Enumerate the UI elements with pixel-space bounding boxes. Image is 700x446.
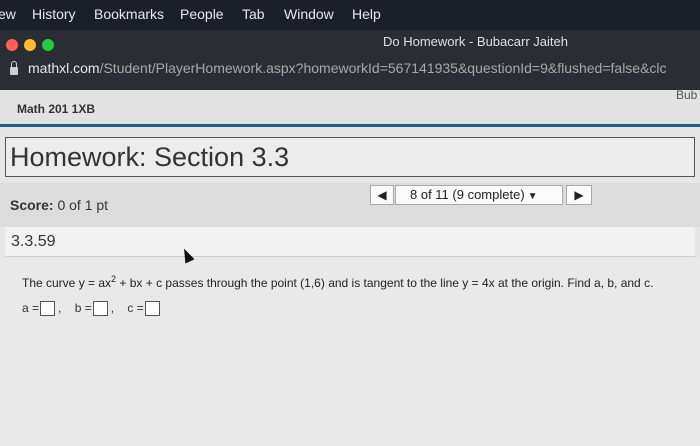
- answer-c-label: c =: [127, 301, 144, 315]
- answer-a-label: a =: [22, 301, 40, 315]
- menu-window[interactable]: Window: [284, 6, 334, 22]
- url-host: mathxl.com: [28, 60, 100, 76]
- score-value: 0 of 1 pt: [57, 197, 109, 213]
- user-name[interactable]: Bub: [676, 88, 697, 102]
- answer-b: b =,: [74, 301, 115, 317]
- answer-c-input[interactable]: [144, 301, 160, 317]
- question-number: 3.3.59: [11, 233, 56, 250]
- course-bar: Math 201 1XB Bub: [0, 88, 700, 124]
- page-content: Math 201 1XB Bub Homework: Section 3.3 S…: [0, 88, 700, 446]
- answer-a-separator: ,: [58, 301, 62, 315]
- question-area: The curve y = ax2 + bx + c passes throug…: [0, 258, 700, 446]
- menu-view[interactable]: ew: [0, 6, 16, 22]
- maximize-window-button[interactable]: [42, 39, 54, 51]
- question-text-start: The curve y = ax: [22, 276, 112, 290]
- previous-question-button[interactable]: ◀: [370, 185, 394, 205]
- score: Score: 0 of 1 pt: [10, 197, 108, 213]
- question-number-box: 3.3.59: [5, 227, 695, 257]
- url-path: /Student/PlayerHomework.aspx?homeworkId=…: [99, 60, 667, 76]
- answer-b-separator: ,: [110, 301, 115, 315]
- answer-a-input[interactable]: [40, 301, 56, 317]
- question-select-label: 8 of 11 (9 complete): [410, 187, 525, 202]
- answer-b-label: b =: [74, 301, 92, 315]
- minimize-window-button[interactable]: [24, 39, 36, 51]
- header-divider: [0, 124, 700, 127]
- course-name: Math 201 1XB: [17, 102, 96, 116]
- menu-bar: ew History Bookmarks People Tab Window H…: [0, 0, 700, 30]
- question-text-end: + bx + c passes through the point (1,6) …: [116, 276, 654, 290]
- answer-b-input[interactable]: [92, 301, 108, 317]
- chevron-down-icon: ▼: [527, 191, 538, 202]
- score-row: Score: 0 of 1 pt ◀ 8 of 11 (9 complete) ▼…: [0, 183, 700, 227]
- page-title: Homework: Section 3.3: [10, 142, 290, 172]
- menu-tab[interactable]: Tab: [242, 6, 265, 22]
- score-label: Score:: [10, 197, 54, 213]
- close-window-button[interactable]: [6, 39, 18, 51]
- answer-a: a =,: [22, 301, 62, 317]
- answer-fields: a =, b =, c =: [22, 301, 173, 317]
- address-bar[interactable]: mathxl.com/Student/PlayerHomework.aspx?h…: [28, 60, 667, 76]
- question-select[interactable]: 8 of 11 (9 complete) ▼: [395, 185, 563, 205]
- browser-chrome: Do Homework - Bubacarr Jaiteh mathxl.com…: [0, 30, 700, 90]
- question-text: The curve y = ax2 + bx + c passes throug…: [22, 274, 653, 290]
- menu-bookmarks[interactable]: Bookmarks: [94, 6, 164, 22]
- answer-c: c =: [127, 301, 162, 317]
- next-question-button[interactable]: ▶: [566, 185, 592, 205]
- window-title: Do Homework - Bubacarr Jaiteh: [383, 34, 568, 49]
- homework-title-box: Homework: Section 3.3: [5, 137, 695, 177]
- lock-icon: [10, 61, 18, 75]
- menu-help[interactable]: Help: [352, 6, 381, 22]
- menu-history[interactable]: History: [32, 6, 76, 22]
- window-controls: [6, 38, 60, 56]
- menu-people[interactable]: People: [180, 6, 224, 22]
